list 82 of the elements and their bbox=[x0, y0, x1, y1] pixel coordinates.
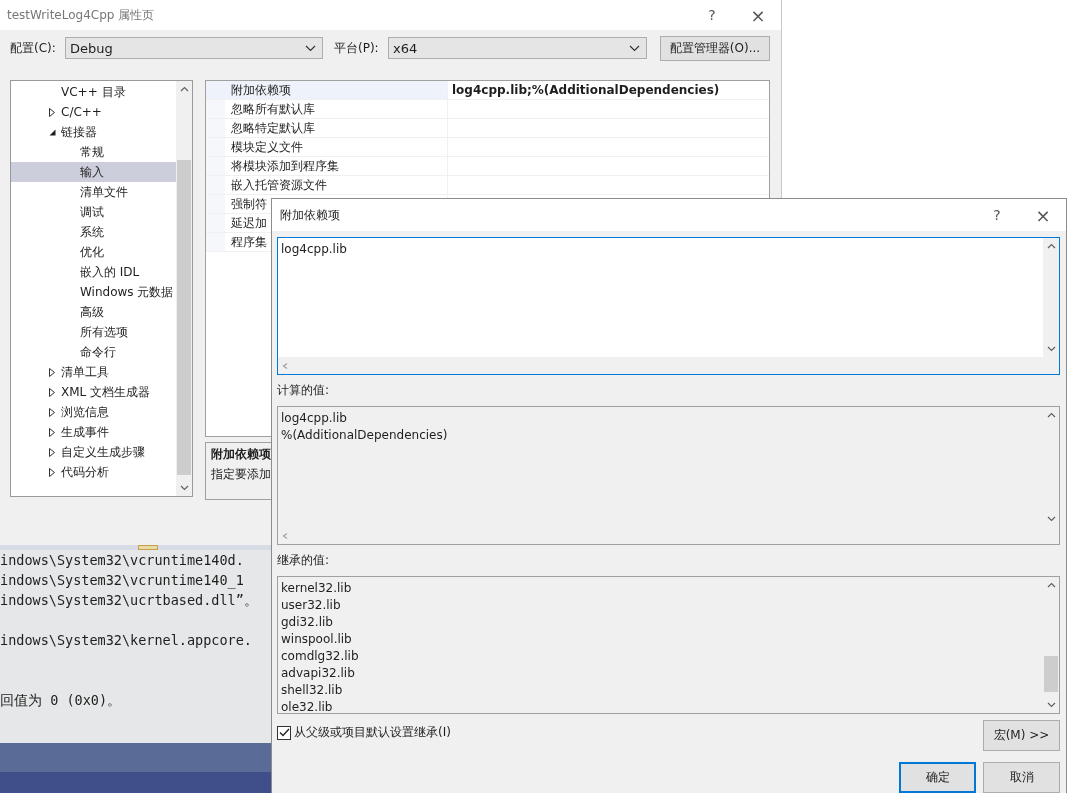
input-field[interactable]: log4cpp.lib bbox=[277, 237, 1060, 375]
computed-label: 计算的值: bbox=[277, 382, 331, 399]
help-button[interactable]: ? bbox=[689, 1, 735, 29]
scroll-down-icon[interactable] bbox=[179, 485, 189, 491]
scroll-up-icon[interactable] bbox=[1046, 412, 1056, 418]
config-label: 配置(C): bbox=[10, 39, 57, 57]
tree-item[interactable]: 系统 bbox=[11, 222, 176, 242]
computed-value: log4cpp.lib bbox=[281, 410, 348, 427]
description-title: 附加依赖项 bbox=[211, 446, 272, 463]
scrollbar[interactable] bbox=[278, 357, 1043, 374]
collapsed-arrow-icon[interactable] bbox=[49, 407, 55, 417]
tree-item[interactable]: 清单文件 bbox=[11, 182, 176, 202]
inherited-value: comdlg32.lib bbox=[281, 648, 360, 665]
scrollbar[interactable] bbox=[176, 81, 192, 496]
property-name[interactable]: 附加依赖项 bbox=[225, 81, 447, 99]
scroll-down-icon[interactable] bbox=[1046, 516, 1056, 522]
inherited-value: advapi32.lib bbox=[281, 665, 356, 682]
expanded-arrow-icon[interactable] bbox=[49, 128, 56, 136]
output-line: indows\System32\kernel.appcore. bbox=[0, 632, 252, 648]
inherit-checkbox[interactable]: 从父级或项目默认设置继承(I) bbox=[277, 724, 451, 741]
tree-item[interactable]: 高级 bbox=[11, 302, 176, 322]
tree-item[interactable]: 命令行 bbox=[11, 342, 176, 362]
tree-item[interactable]: 代码分析 bbox=[11, 462, 176, 482]
inherited-value: winspool.lib bbox=[281, 631, 353, 648]
inherited-label: 继承的值: bbox=[277, 552, 331, 569]
tree-item[interactable]: C/C++ bbox=[11, 102, 176, 122]
config-manager-button[interactable]: 配置管理器(O)... bbox=[660, 35, 770, 61]
inherited-value: shell32.lib bbox=[281, 682, 344, 699]
tree-item[interactable]: 优化 bbox=[11, 242, 176, 262]
platform-dropdown[interactable]: x64 bbox=[388, 37, 647, 59]
tree-item[interactable]: 常规 bbox=[11, 142, 176, 162]
tree-item[interactable]: Windows 元数据 bbox=[11, 282, 176, 302]
tree-item[interactable]: 链接器 bbox=[11, 122, 176, 142]
inherited-value: user32.lib bbox=[281, 597, 342, 614]
collapsed-arrow-icon[interactable] bbox=[49, 427, 55, 437]
tree-item[interactable]: XML 文档生成器 bbox=[11, 382, 176, 402]
tree-item[interactable]: 清单工具 bbox=[11, 362, 176, 382]
tree-item[interactable]: 自定义生成步骤 bbox=[11, 442, 176, 462]
scroll-up-icon[interactable] bbox=[1046, 243, 1056, 249]
output-line: 回值为 0 (0x0)。 bbox=[0, 692, 122, 708]
tree-item[interactable]: 输入 bbox=[11, 162, 176, 182]
collapsed-arrow-icon[interactable] bbox=[49, 387, 55, 397]
config-dropdown[interactable]: Debug bbox=[65, 37, 323, 59]
tree-item[interactable]: 生成事件 bbox=[11, 422, 176, 442]
output-line: indows\System32\vcruntime140_1 bbox=[0, 572, 244, 588]
property-value[interactable]: log4cpp.lib;%(AdditionalDependencies) bbox=[452, 83, 720, 97]
scroll-up-icon[interactable] bbox=[179, 86, 189, 92]
scroll-up-icon[interactable] bbox=[1046, 582, 1056, 588]
output-line: indows\System32\ucrtbased.dll”。 bbox=[0, 592, 258, 608]
close-button[interactable]: × bbox=[1020, 201, 1066, 229]
help-button[interactable]: ? bbox=[974, 201, 1020, 229]
tree-item[interactable]: VC++ 目录 bbox=[11, 82, 176, 102]
tree-item[interactable]: 调试 bbox=[11, 202, 176, 222]
tree-item[interactable]: 浏览信息 bbox=[11, 402, 176, 422]
scroll-thumb[interactable] bbox=[177, 160, 191, 475]
description-text: 指定要添加 bbox=[211, 466, 272, 483]
check-icon bbox=[278, 728, 290, 737]
scroll-down-icon[interactable] bbox=[1046, 346, 1056, 352]
caret-icon bbox=[305, 44, 316, 52]
cancel-button[interactable]: 取消 bbox=[983, 762, 1060, 793]
output-line: indows\System32\vcruntime140d. bbox=[0, 552, 244, 568]
collapsed-arrow-icon[interactable] bbox=[49, 447, 55, 457]
scrollbar[interactable] bbox=[1043, 238, 1059, 357]
scroll-thumb[interactable] bbox=[1044, 656, 1058, 692]
inherited-value: gdi32.lib bbox=[281, 614, 334, 631]
collapsed-arrow-icon[interactable] bbox=[49, 367, 55, 377]
collapsed-arrow-icon[interactable] bbox=[49, 107, 55, 117]
tree-item[interactable]: 所有选项 bbox=[11, 322, 176, 342]
caret-icon bbox=[629, 44, 640, 52]
computed-value: %(AdditionalDependencies) bbox=[281, 427, 449, 444]
macro-button[interactable]: 宏(M) >> bbox=[983, 720, 1060, 751]
close-button[interactable]: × bbox=[735, 1, 781, 29]
collapsed-arrow-icon[interactable] bbox=[49, 467, 55, 477]
ok-button[interactable]: 确定 bbox=[899, 762, 976, 793]
window-title: testWriteLog4Cpp 属性页 bbox=[6, 6, 155, 24]
dialog-title: 附加依赖项 bbox=[279, 206, 340, 224]
scroll-down-icon[interactable] bbox=[1046, 702, 1056, 708]
inherited-value: kernel32.lib bbox=[281, 580, 353, 597]
inherited-value: ole32.lib bbox=[281, 699, 334, 716]
checkbox[interactable] bbox=[277, 725, 291, 740]
tree-item[interactable]: 嵌入的 IDL bbox=[11, 262, 176, 282]
platform-label: 平台(P): bbox=[334, 39, 380, 57]
